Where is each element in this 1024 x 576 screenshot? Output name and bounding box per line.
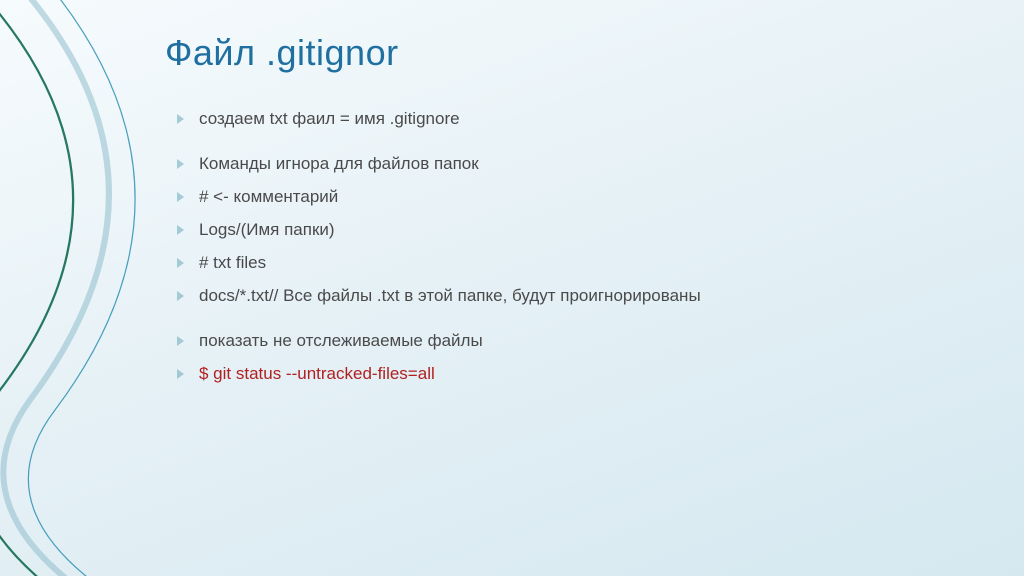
bullet-item: docs/*.txt// Все файлы .txt в этой папке…	[177, 285, 964, 308]
bullet-text: docs/*.txt// Все файлы .txt в этой папке…	[199, 286, 701, 305]
bullet-item: Logs/(Имя папки)	[177, 219, 964, 242]
bullet-item: # txt files	[177, 252, 964, 275]
bullet-text: показать не отслеживаемые файлы	[199, 331, 483, 350]
bullet-item: показать не отслеживаемые файлы	[177, 330, 964, 353]
bullet-list: создаем txt фаил = имя .gitignore Команды…	[165, 108, 964, 386]
bullet-text: Команды игнора для файлов папок	[199, 154, 479, 173]
slide-title: Файл .gitignor	[165, 32, 964, 74]
bullet-text: $ git status --untracked-files=all	[199, 364, 435, 383]
bullet-item: $ git status --untracked-files=all	[177, 363, 964, 386]
bullet-text: # <- комментарий	[199, 187, 338, 206]
bullet-item: # <- комментарий	[177, 186, 964, 209]
bullet-text: создаем txt фаил = имя .gitignore	[199, 109, 460, 128]
bullet-item: Команды игнора для файлов папок	[177, 153, 964, 176]
slide-content: Файл .gitignor создаем txt фаил = имя .g…	[165, 32, 964, 408]
bullet-item: создаем txt фаил = имя .gitignore	[177, 108, 964, 131]
bullet-text: # txt files	[199, 253, 266, 272]
bullet-text: Logs/(Имя папки)	[199, 220, 335, 239]
slide: Файл .gitignor создаем txt фаил = имя .g…	[0, 0, 1024, 576]
